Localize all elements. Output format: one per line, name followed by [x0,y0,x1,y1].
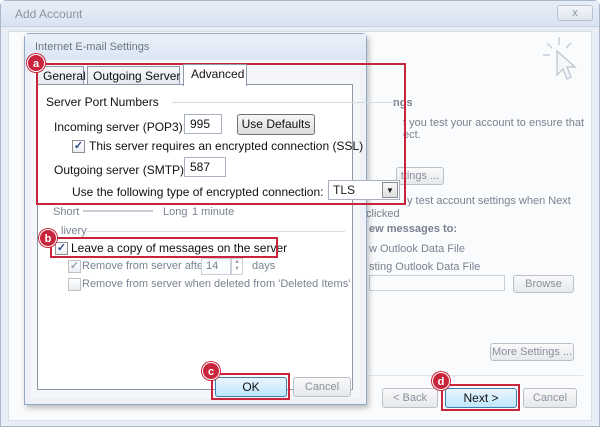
tab-advanced[interactable]: Advanced [183,64,247,86]
timeout-slider-track[interactable] [83,210,153,212]
dialog-cancel-button[interactable]: Cancel [293,377,351,397]
days-label: days [252,260,276,272]
delivery-divider [87,231,345,232]
browse-button[interactable]: Browse [513,275,574,293]
delivery-heading: livery [61,225,87,237]
timeout-value: 1 minute [192,206,235,218]
back-button[interactable]: < Back [382,388,438,408]
email-settings-dialog: Internet E-mail Settings General Outgoin… [24,33,406,405]
callout-c-badge: c [202,362,220,380]
test-description-line1: t you test your account to ensure that [403,117,584,129]
auto-test-line1: y test account settings when Next [407,195,571,207]
click-cursor-icon [543,37,577,80]
radio-new-data-file[interactable]: w Outlook Data File [369,243,465,255]
wizard-cancel-button[interactable]: Cancel [523,388,577,408]
callout-b-highlight [50,237,278,258]
callout-d-highlight [441,384,520,411]
more-settings-button[interactable]: More Settings ... [490,343,574,361]
days-spinner-icon[interactable]: ▲ ▼ [231,258,243,275]
remove-after-label: Remove from server after [82,260,207,272]
deliver-heading: ew messages to: [369,223,458,235]
dialog-title: Internet E-mail Settings [35,41,150,53]
remove-days-input[interactable]: 14 [201,258,231,275]
radio-existing-data-file[interactable]: sting Outlook Data File [369,261,480,273]
add-account-titlebar [1,1,599,27]
callout-d-badge: d [432,372,450,390]
timeout-short-label: Short [53,206,80,218]
data-file-path-input[interactable] [369,275,505,291]
auto-test-line2: clicked [366,208,400,220]
remove-deleted-label: Remove from server when deleted from 'De… [82,278,351,290]
close-button[interactable]: x [557,5,593,21]
remove-after-checkbox[interactable]: ✓ [68,260,81,273]
callout-a-badge: a [27,54,45,72]
bottom-divider [369,375,583,376]
remove-deleted-checkbox[interactable] [68,278,81,291]
add-account-title: Add Account [15,7,83,21]
callout-b-badge: b [39,229,57,247]
timeout-long-label: Long [163,206,188,218]
callout-c-highlight [211,373,290,400]
